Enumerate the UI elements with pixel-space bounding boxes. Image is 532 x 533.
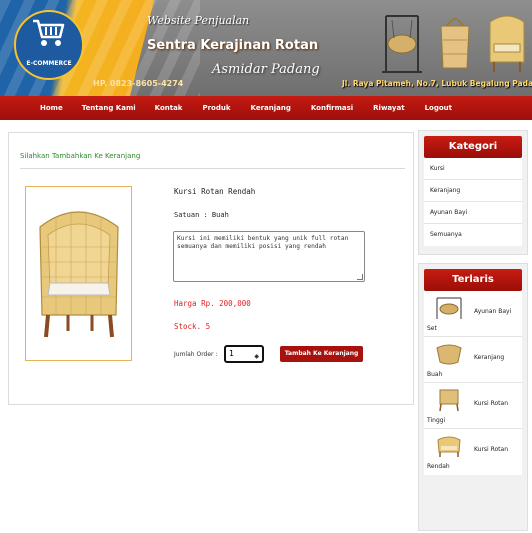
quantity-input[interactable]: 1 ◆ bbox=[224, 345, 264, 363]
product-panel: Silahkan Tambahkan Ke Keranjang Kursi Ro… bbox=[8, 132, 414, 405]
add-to-cart-button[interactable]: Tambah Ke Keranjang bbox=[280, 346, 363, 362]
nav-riwayat[interactable]: Riwayat bbox=[373, 104, 404, 112]
bestseller-name: Kursi Rotan bbox=[474, 400, 509, 407]
store-address: Jl. Raya Pitameh, No.7, Lubuk Begalung P… bbox=[342, 79, 532, 88]
product-description-textarea[interactable]: Kursi ini memiliki bentuk yang unik full… bbox=[173, 231, 365, 282]
product-name: Kursi Rotan Rendah bbox=[174, 187, 256, 196]
cart-icon bbox=[33, 19, 65, 46]
bestseller-item[interactable]: Kursi Rotan Rendah bbox=[424, 429, 522, 475]
product-description: Kursi ini memiliki bentuk yang unik full… bbox=[177, 235, 349, 251]
bestseller-name-cont: Set bbox=[427, 325, 437, 332]
category-keranjang[interactable]: Keranjang bbox=[424, 180, 522, 202]
basket-thumbnail bbox=[436, 344, 462, 365]
bestseller-item[interactable]: Keranjang Buah bbox=[424, 337, 522, 383]
category-ayunan-bayi[interactable]: Ayunan Bayi bbox=[424, 202, 522, 224]
divider bbox=[20, 168, 405, 169]
nav-home[interactable]: Home bbox=[40, 104, 63, 112]
category-semuanya[interactable]: Semuanya bbox=[424, 224, 522, 246]
quantity-value: 1 bbox=[229, 349, 235, 358]
nav-konfirmasi[interactable]: Konfirmasi bbox=[311, 104, 353, 112]
spinner-icon[interactable]: ◆ bbox=[254, 350, 259, 364]
category-kursi[interactable]: Kursi bbox=[424, 158, 522, 180]
nav-produk[interactable]: Produk bbox=[202, 104, 230, 112]
bestseller-list: Ayunan Bayi Set Keranjang Buah Kursi Rot… bbox=[424, 291, 522, 475]
rattan-chair-image bbox=[39, 211, 119, 338]
product-unit: Satuan : Buah bbox=[174, 211, 229, 219]
panel-heading: Silahkan Tambahkan Ke Keranjang bbox=[20, 152, 141, 160]
quantity-label: Jumlah Order : bbox=[174, 351, 218, 358]
banner-cradle-image bbox=[382, 15, 422, 73]
bestseller-sidebar: Terlaris Ayunan Bayi Set Keranjang Buah bbox=[418, 263, 528, 531]
logo-label: E-COMMERCE bbox=[26, 60, 72, 67]
website-label: Website Penjualan bbox=[147, 14, 250, 27]
cradle-thumbnail bbox=[436, 297, 462, 319]
category-sidebar: Kategori Kursi Keranjang Ayunan Bayi Sem… bbox=[418, 130, 528, 255]
bestseller-name-cont: Buah bbox=[427, 371, 443, 378]
banner-chair-image bbox=[489, 15, 525, 72]
phone-number: HP. 0823-8605-4274 bbox=[93, 79, 184, 88]
banner-basket-image bbox=[440, 18, 470, 69]
page: E-COMMERCE Website Penjualan Sentra Kera… bbox=[0, 0, 532, 533]
category-list: Kursi Keranjang Ayunan Bayi Semuanya bbox=[424, 158, 522, 246]
site-subtitle: Asmidar Padang bbox=[212, 62, 320, 77]
bestseller-title: Terlaris bbox=[424, 269, 522, 291]
bestseller-item[interactable]: Kursi Rotan Tinggi bbox=[424, 383, 522, 429]
nav-logout[interactable]: Logout bbox=[425, 104, 452, 112]
bestseller-name: Kursi Rotan bbox=[474, 446, 509, 453]
tall-chair-thumbnail bbox=[439, 389, 459, 412]
bestseller-name: Keranjang bbox=[474, 354, 505, 361]
nav-tentang-kami[interactable]: Tentang Kami bbox=[82, 104, 136, 112]
nav-kontak[interactable]: Kontak bbox=[155, 104, 183, 112]
main-nav: Home Tentang Kami Kontak Produk Keranjan… bbox=[0, 96, 532, 120]
category-title: Kategori bbox=[424, 136, 522, 158]
resize-handle-icon[interactable] bbox=[357, 274, 363, 280]
bestseller-name-cont: Tinggi bbox=[427, 417, 446, 424]
product-price: Harga Rp. 200,000 bbox=[174, 299, 251, 308]
nav-keranjang[interactable]: Keranjang bbox=[251, 104, 291, 112]
product-stock: Stock. 5 bbox=[174, 322, 211, 331]
site-title: Sentra Kerajinan Rotan bbox=[147, 38, 319, 53]
bestseller-name-cont: Rendah bbox=[427, 463, 450, 470]
product-photo bbox=[25, 186, 132, 361]
bestseller-name: Ayunan Bayi bbox=[474, 308, 512, 315]
low-chair-thumbnail bbox=[437, 436, 461, 457]
bestseller-item[interactable]: Ayunan Bayi Set bbox=[424, 291, 522, 337]
